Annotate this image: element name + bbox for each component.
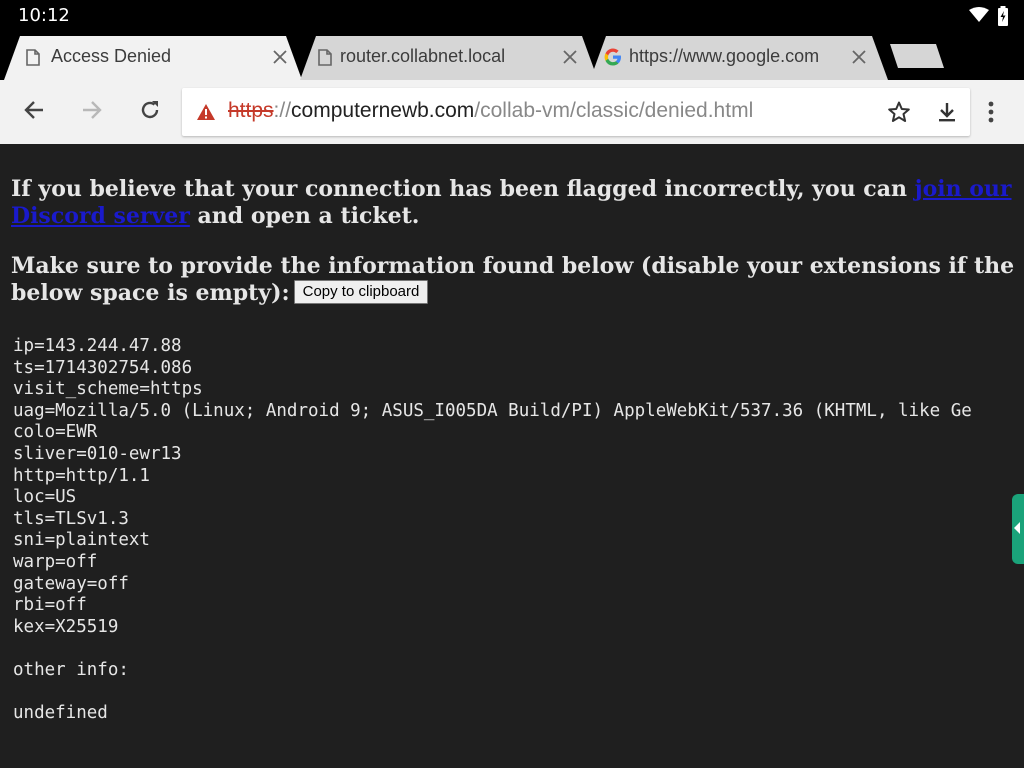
trace-line: sliver=010-ewr13 <box>13 443 182 464</box>
url-text: https://computernewb.com/collab-vm/class… <box>228 99 753 123</box>
tab-router[interactable]: router.collabnet.local <box>296 36 602 80</box>
warning-icon[interactable] <box>196 103 216 125</box>
chevron-left-icon <box>1014 522 1020 534</box>
side-panel-handle[interactable] <box>1012 494 1024 564</box>
trace-line: ip=143.244.47.88 <box>13 336 182 356</box>
trace-info-block: ip=143.244.47.88 ts=1714302754.086 visit_s… <box>13 336 972 725</box>
trace-line: ts=1714302754.086 <box>13 357 193 378</box>
trace-line: http=http/1.1 <box>13 465 150 486</box>
trace-line: visit_scheme=https <box>13 379 203 400</box>
new-tab-button[interactable] <box>888 44 946 74</box>
tab-title: router.collabnet.local <box>340 46 506 66</box>
trace-line: uag=Mozilla/5.0 (Linux; Android 9; ASUS_… <box>13 400 972 421</box>
close-tab-icon[interactable] <box>273 49 287 68</box>
overflow-menu-icon[interactable] <box>988 100 994 128</box>
trace-line: sni=plaintext <box>13 530 150 551</box>
tab-google[interactable]: https://www.google.com <box>586 36 892 80</box>
trace-line: warp=off <box>13 551 98 572</box>
trace-line: kex=X25519 <box>13 616 119 637</box>
trace-line: gateway=off <box>13 573 129 594</box>
trace-line: undefined <box>13 703 108 724</box>
download-icon[interactable] <box>935 100 959 128</box>
page-icon <box>318 49 332 70</box>
trace-line: tls=TLSv1.3 <box>13 508 129 529</box>
reload-button[interactable] <box>138 98 162 126</box>
browser-toolbar: https://computernewb.com/collab-vm/class… <box>0 80 1024 144</box>
paragraph-text-end: and open a ticket. <box>189 203 420 229</box>
tab-strip: Access Denied router.collabnet.local htt… <box>0 32 1024 80</box>
tab-access-denied[interactable]: Access Denied <box>0 36 306 80</box>
paragraph-text: If you believe that your connection has … <box>11 176 915 202</box>
google-icon <box>604 48 622 70</box>
status-time: 10:12 <box>18 5 70 26</box>
forward-button[interactable] <box>80 98 104 126</box>
url-separator: :// <box>273 99 292 122</box>
wifi-icon <box>969 7 989 27</box>
trace-line: loc=US <box>13 487 77 508</box>
close-tab-icon[interactable] <box>563 49 577 68</box>
copy-to-clipboard-button[interactable]: Copy to clipboard <box>293 280 429 304</box>
close-tab-icon[interactable] <box>852 49 866 68</box>
tab-title: https://www.google.com <box>629 46 820 66</box>
instructions-paragraph: Make sure to provide the information fou… <box>11 253 1016 307</box>
discord-paragraph: If you believe that your connection has … <box>11 176 1016 230</box>
page-content: If you believe that your connection has … <box>0 144 1024 768</box>
tab-title: Access Denied <box>51 46 172 66</box>
trace-line <box>13 682 972 704</box>
back-button[interactable] <box>22 98 46 126</box>
url-path: /collab-vm/classic/denied.html <box>474 99 754 122</box>
instructions-text: Make sure to provide the information fou… <box>11 253 1015 306</box>
page-icon <box>26 49 40 70</box>
address-bar[interactable]: https://computernewb.com/collab-vm/class… <box>182 88 970 136</box>
battery-icon <box>997 6 1009 30</box>
status-bar: 10:12 <box>0 0 1024 32</box>
trace-line: other info: <box>13 659 129 680</box>
trace-line: colo=EWR <box>13 422 98 443</box>
url-host: computernewb.com <box>291 99 475 122</box>
trace-line: rbi=off <box>13 595 87 616</box>
trace-line <box>13 638 972 660</box>
url-scheme: https <box>228 99 274 122</box>
bookmark-star-icon[interactable] <box>887 100 911 128</box>
